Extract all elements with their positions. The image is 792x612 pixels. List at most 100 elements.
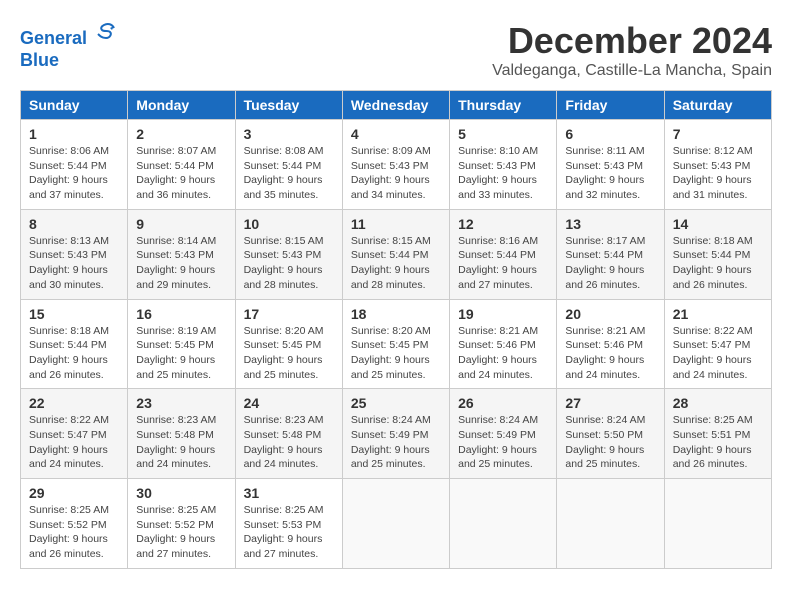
calendar-week-row: 15 Sunrise: 8:18 AMSunset: 5:44 PMDayligh… bbox=[21, 299, 772, 389]
day-number: 19 bbox=[458, 306, 548, 322]
calendar-cell: 8 Sunrise: 8:13 AMSunset: 5:43 PMDaylight… bbox=[21, 209, 128, 299]
calendar-week-row: 1Sunrise: 8:06 AMSunset: 5:44 PMDaylight… bbox=[21, 120, 772, 210]
calendar-cell: 11 Sunrise: 8:15 AMSunset: 5:44 PMDayligh… bbox=[342, 209, 449, 299]
calendar-cell bbox=[557, 479, 664, 569]
day-number: 14 bbox=[673, 216, 763, 232]
day-number: 25 bbox=[351, 395, 441, 411]
day-info: Sunrise: 8:22 AMSunset: 5:47 PMDaylight:… bbox=[673, 324, 763, 383]
calendar-cell: 18 Sunrise: 8:20 AMSunset: 5:45 PMDayligh… bbox=[342, 299, 449, 389]
calendar-cell: 25 Sunrise: 8:24 AMSunset: 5:49 PMDayligh… bbox=[342, 389, 449, 479]
calendar-cell: 29 Sunrise: 8:25 AMSunset: 5:52 PMDayligh… bbox=[21, 479, 128, 569]
day-info: Sunrise: 8:20 AMSunset: 5:45 PMDaylight:… bbox=[244, 324, 334, 383]
logo-blue: Blue bbox=[20, 50, 118, 72]
calendar-cell: 26Sunrise: 8:24 AMSunset: 5:49 PMDayligh… bbox=[450, 389, 557, 479]
day-number: 30 bbox=[136, 485, 226, 501]
calendar-cell: 16 Sunrise: 8:19 AMSunset: 5:45 PMDayligh… bbox=[128, 299, 235, 389]
day-number: 1 bbox=[29, 126, 119, 142]
location-title: Valdeganga, Castille-La Mancha, Spain bbox=[492, 62, 772, 80]
day-info: Sunrise: 8:07 AMSunset: 5:44 PMDaylight:… bbox=[136, 144, 226, 203]
day-number: 10 bbox=[244, 216, 334, 232]
calendar-cell: 28Sunrise: 8:25 AMSunset: 5:51 PMDayligh… bbox=[664, 389, 771, 479]
day-info: Sunrise: 8:15 AMSunset: 5:43 PMDaylight:… bbox=[244, 234, 334, 293]
calendar-cell: 12 Sunrise: 8:16 AMSunset: 5:44 PMDayligh… bbox=[450, 209, 557, 299]
day-number: 4 bbox=[351, 126, 441, 142]
calendar-week-row: 8 Sunrise: 8:13 AMSunset: 5:43 PMDaylight… bbox=[21, 209, 772, 299]
weekday-header-thursday: Thursday bbox=[450, 91, 557, 120]
day-info: Sunrise: 8:25 AMSunset: 5:51 PMDaylight:… bbox=[673, 413, 763, 472]
day-info: Sunrise: 8:24 AMSunset: 5:49 PMDaylight:… bbox=[351, 413, 441, 472]
day-info: Sunrise: 8:13 AMSunset: 5:43 PMDaylight:… bbox=[29, 234, 119, 293]
day-info: Sunrise: 8:25 AMSunset: 5:52 PMDaylight:… bbox=[136, 503, 226, 562]
calendar-week-row: 29 Sunrise: 8:25 AMSunset: 5:52 PMDayligh… bbox=[21, 479, 772, 569]
calendar-cell: 21Sunrise: 8:22 AMSunset: 5:47 PMDayligh… bbox=[664, 299, 771, 389]
calendar-cell: 2 Sunrise: 8:07 AMSunset: 5:44 PMDaylight… bbox=[128, 120, 235, 210]
day-number: 15 bbox=[29, 306, 119, 322]
weekday-header-wednesday: Wednesday bbox=[342, 91, 449, 120]
day-info: Sunrise: 8:10 AMSunset: 5:43 PMDaylight:… bbox=[458, 144, 548, 203]
day-number: 20 bbox=[565, 306, 655, 322]
day-info: Sunrise: 8:15 AMSunset: 5:44 PMDaylight:… bbox=[351, 234, 441, 293]
day-info: Sunrise: 8:12 AMSunset: 5:43 PMDaylight:… bbox=[673, 144, 763, 203]
calendar-cell: 17 Sunrise: 8:20 AMSunset: 5:45 PMDayligh… bbox=[235, 299, 342, 389]
day-info: Sunrise: 8:08 AMSunset: 5:44 PMDaylight:… bbox=[244, 144, 334, 203]
calendar-cell: 15 Sunrise: 8:18 AMSunset: 5:44 PMDayligh… bbox=[21, 299, 128, 389]
day-number: 31 bbox=[244, 485, 334, 501]
day-number: 23 bbox=[136, 395, 226, 411]
day-number: 2 bbox=[136, 126, 226, 142]
calendar-cell: 31Sunrise: 8:25 AMSunset: 5:53 PMDayligh… bbox=[235, 479, 342, 569]
day-info: Sunrise: 8:18 AMSunset: 5:44 PMDaylight:… bbox=[29, 324, 119, 383]
title-block: December 2024 Valdeganga, Castille-La Ma… bbox=[492, 20, 772, 80]
day-number: 8 bbox=[29, 216, 119, 232]
logo: General Blue bbox=[20, 20, 118, 71]
day-info: Sunrise: 8:21 AMSunset: 5:46 PMDaylight:… bbox=[458, 324, 548, 383]
day-number: 13 bbox=[565, 216, 655, 232]
day-info: Sunrise: 8:22 AMSunset: 5:47 PMDaylight:… bbox=[29, 413, 119, 472]
day-number: 12 bbox=[458, 216, 548, 232]
day-info: Sunrise: 8:09 AMSunset: 5:43 PMDaylight:… bbox=[351, 144, 441, 203]
day-number: 29 bbox=[29, 485, 119, 501]
weekday-header-sunday: Sunday bbox=[21, 91, 128, 120]
month-title: December 2024 bbox=[492, 20, 772, 62]
day-info: Sunrise: 8:21 AMSunset: 5:46 PMDaylight:… bbox=[565, 324, 655, 383]
calendar-cell: 5Sunrise: 8:10 AMSunset: 5:43 PMDaylight… bbox=[450, 120, 557, 210]
day-number: 27 bbox=[565, 395, 655, 411]
day-number: 22 bbox=[29, 395, 119, 411]
day-info: Sunrise: 8:17 AMSunset: 5:44 PMDaylight:… bbox=[565, 234, 655, 293]
day-info: Sunrise: 8:20 AMSunset: 5:45 PMDaylight:… bbox=[351, 324, 441, 383]
page-header: General Blue December 2024 Valdeganga, C… bbox=[20, 20, 772, 80]
day-info: Sunrise: 8:23 AMSunset: 5:48 PMDaylight:… bbox=[244, 413, 334, 472]
day-info: Sunrise: 8:16 AMSunset: 5:44 PMDaylight:… bbox=[458, 234, 548, 293]
day-number: 3 bbox=[244, 126, 334, 142]
day-info: Sunrise: 8:11 AMSunset: 5:43 PMDaylight:… bbox=[565, 144, 655, 203]
day-info: Sunrise: 8:19 AMSunset: 5:45 PMDaylight:… bbox=[136, 324, 226, 383]
weekday-header-tuesday: Tuesday bbox=[235, 91, 342, 120]
day-info: Sunrise: 8:23 AMSunset: 5:48 PMDaylight:… bbox=[136, 413, 226, 472]
calendar-cell: 23 Sunrise: 8:23 AMSunset: 5:48 PMDayligh… bbox=[128, 389, 235, 479]
logo-bird-icon bbox=[94, 20, 118, 44]
day-info: Sunrise: 8:24 AMSunset: 5:49 PMDaylight:… bbox=[458, 413, 548, 472]
calendar-cell: 7 Sunrise: 8:12 AMSunset: 5:43 PMDaylight… bbox=[664, 120, 771, 210]
weekday-header-friday: Friday bbox=[557, 91, 664, 120]
day-number: 17 bbox=[244, 306, 334, 322]
calendar-week-row: 22 Sunrise: 8:22 AMSunset: 5:47 PMDayligh… bbox=[21, 389, 772, 479]
calendar-table: SundayMondayTuesdayWednesdayThursdayFrid… bbox=[20, 90, 772, 569]
day-number: 7 bbox=[673, 126, 763, 142]
calendar-cell: 9Sunrise: 8:14 AMSunset: 5:43 PMDaylight… bbox=[128, 209, 235, 299]
calendar-cell: 20 Sunrise: 8:21 AMSunset: 5:46 PMDayligh… bbox=[557, 299, 664, 389]
calendar-cell: 10 Sunrise: 8:15 AMSunset: 5:43 PMDayligh… bbox=[235, 209, 342, 299]
day-number: 6 bbox=[565, 126, 655, 142]
day-number: 16 bbox=[136, 306, 226, 322]
calendar-cell: 19 Sunrise: 8:21 AMSunset: 5:46 PMDayligh… bbox=[450, 299, 557, 389]
day-number: 11 bbox=[351, 216, 441, 232]
calendar-cell: 6 Sunrise: 8:11 AMSunset: 5:43 PMDaylight… bbox=[557, 120, 664, 210]
calendar-cell bbox=[664, 479, 771, 569]
calendar-cell: 4 Sunrise: 8:09 AMSunset: 5:43 PMDaylight… bbox=[342, 120, 449, 210]
calendar-cell bbox=[450, 479, 557, 569]
day-info: Sunrise: 8:18 AMSunset: 5:44 PMDaylight:… bbox=[673, 234, 763, 293]
calendar-cell: 27Sunrise: 8:24 AMSunset: 5:50 PMDayligh… bbox=[557, 389, 664, 479]
day-info: Sunrise: 8:25 AMSunset: 5:52 PMDaylight:… bbox=[29, 503, 119, 562]
day-number: 18 bbox=[351, 306, 441, 322]
calendar-cell: 30 Sunrise: 8:25 AMSunset: 5:52 PMDayligh… bbox=[128, 479, 235, 569]
day-number: 24 bbox=[244, 395, 334, 411]
calendar-cell: 13 Sunrise: 8:17 AMSunset: 5:44 PMDayligh… bbox=[557, 209, 664, 299]
